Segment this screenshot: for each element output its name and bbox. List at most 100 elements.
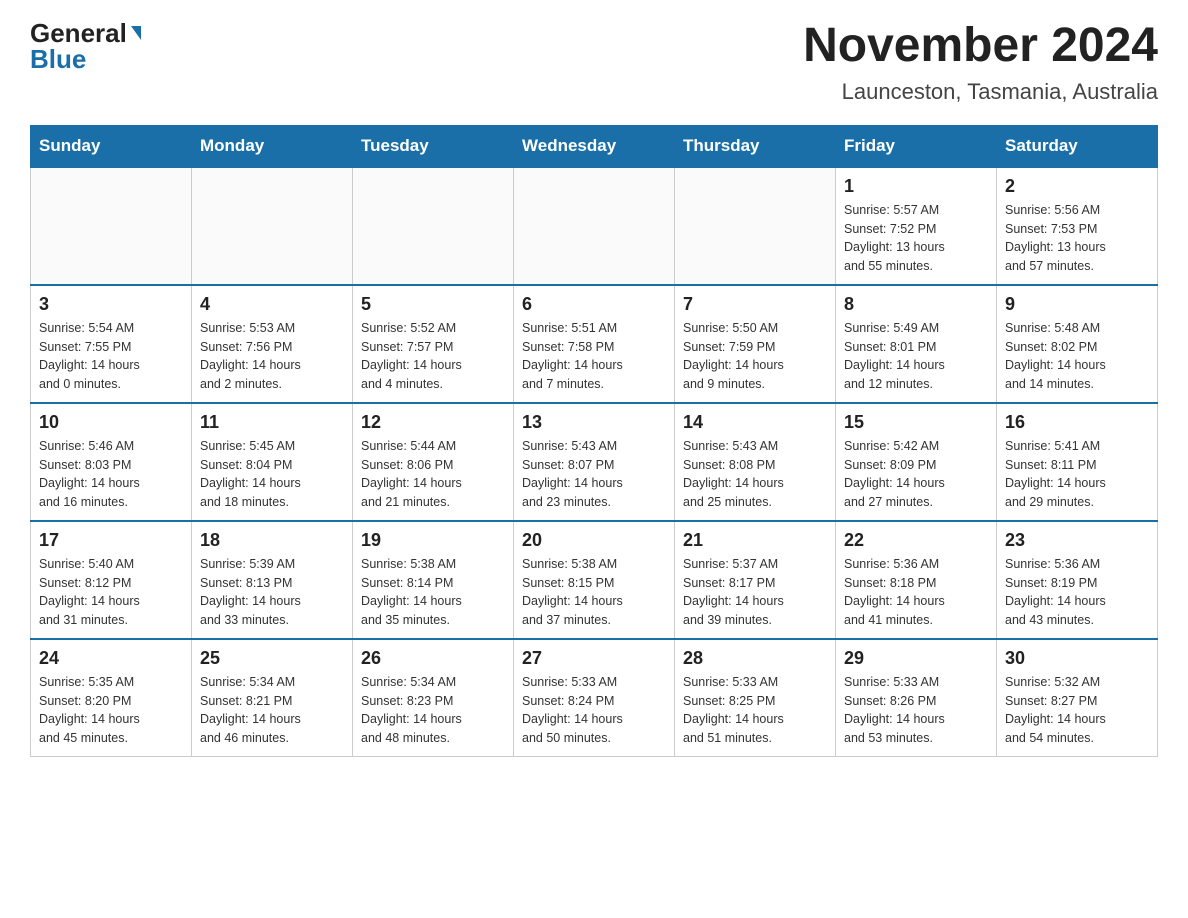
day-number: 21 (683, 530, 827, 551)
calendar-week-row: 24 Sunrise: 5:35 AMSunset: 8:20 PMDayligh… (31, 639, 1158, 757)
day-info: Sunrise: 5:46 AMSunset: 8:03 PMDaylight:… (39, 437, 183, 512)
day-number: 7 (683, 294, 827, 315)
title-area: November 2024 Launceston, Tasmania, Aust… (803, 20, 1158, 105)
day-number: 24 (39, 648, 183, 669)
day-info: Sunrise: 5:32 AMSunset: 8:27 PMDaylight:… (1005, 673, 1149, 748)
day-number: 15 (844, 412, 988, 433)
day-number: 30 (1005, 648, 1149, 669)
day-info: Sunrise: 5:35 AMSunset: 8:20 PMDaylight:… (39, 673, 183, 748)
day-info: Sunrise: 5:37 AMSunset: 8:17 PMDaylight:… (683, 555, 827, 630)
day-number: 23 (1005, 530, 1149, 551)
day-number: 25 (200, 648, 344, 669)
calendar-day-cell: 10 Sunrise: 5:46 AMSunset: 8:03 PMDayligh… (31, 403, 192, 521)
day-info: Sunrise: 5:50 AMSunset: 7:59 PMDaylight:… (683, 319, 827, 394)
day-number: 13 (522, 412, 666, 433)
calendar-day-cell: 27 Sunrise: 5:33 AMSunset: 8:24 PMDayligh… (514, 639, 675, 757)
day-of-week-header: Tuesday (353, 125, 514, 167)
calendar-day-cell: 11 Sunrise: 5:45 AMSunset: 8:04 PMDayligh… (192, 403, 353, 521)
calendar-day-cell: 12 Sunrise: 5:44 AMSunset: 8:06 PMDayligh… (353, 403, 514, 521)
day-number: 6 (522, 294, 666, 315)
day-number: 22 (844, 530, 988, 551)
calendar-day-cell: 28 Sunrise: 5:33 AMSunset: 8:25 PMDayligh… (675, 639, 836, 757)
calendar-day-cell: 24 Sunrise: 5:35 AMSunset: 8:20 PMDayligh… (31, 639, 192, 757)
logo-blue-text: Blue (30, 46, 86, 72)
calendar-day-cell: 29 Sunrise: 5:33 AMSunset: 8:26 PMDayligh… (836, 639, 997, 757)
logo-general-text: General (30, 20, 127, 46)
day-of-week-header: Monday (192, 125, 353, 167)
calendar-day-cell (514, 167, 675, 285)
calendar-day-cell (353, 167, 514, 285)
page-header: General Blue November 2024 Launceston, T… (30, 20, 1158, 105)
day-number: 9 (1005, 294, 1149, 315)
day-info: Sunrise: 5:52 AMSunset: 7:57 PMDaylight:… (361, 319, 505, 394)
calendar-table: SundayMondayTuesdayWednesdayThursdayFrid… (30, 125, 1158, 757)
location-subtitle: Launceston, Tasmania, Australia (803, 79, 1158, 105)
day-number: 8 (844, 294, 988, 315)
day-number: 20 (522, 530, 666, 551)
calendar-day-cell: 6 Sunrise: 5:51 AMSunset: 7:58 PMDaylight… (514, 285, 675, 403)
day-number: 29 (844, 648, 988, 669)
day-info: Sunrise: 5:56 AMSunset: 7:53 PMDaylight:… (1005, 201, 1149, 276)
calendar-day-cell: 1Sunrise: 5:57 AMSunset: 7:52 PMDaylight… (836, 167, 997, 285)
calendar-day-cell: 25 Sunrise: 5:34 AMSunset: 8:21 PMDayligh… (192, 639, 353, 757)
day-number: 11 (200, 412, 344, 433)
day-info: Sunrise: 5:53 AMSunset: 7:56 PMDaylight:… (200, 319, 344, 394)
calendar-day-cell: 23Sunrise: 5:36 AMSunset: 8:19 PMDayligh… (997, 521, 1158, 639)
calendar-day-cell: 2 Sunrise: 5:56 AMSunset: 7:53 PMDaylight… (997, 167, 1158, 285)
day-number: 10 (39, 412, 183, 433)
day-number: 12 (361, 412, 505, 433)
day-info: Sunrise: 5:42 AMSunset: 8:09 PMDaylight:… (844, 437, 988, 512)
calendar-day-cell: 14 Sunrise: 5:43 AMSunset: 8:08 PMDayligh… (675, 403, 836, 521)
day-info: Sunrise: 5:38 AMSunset: 8:14 PMDaylight:… (361, 555, 505, 630)
calendar-day-cell (192, 167, 353, 285)
day-of-week-header: Thursday (675, 125, 836, 167)
calendar-day-cell: 16 Sunrise: 5:41 AMSunset: 8:11 PMDayligh… (997, 403, 1158, 521)
day-number: 16 (1005, 412, 1149, 433)
calendar-week-row: 17Sunrise: 5:40 AMSunset: 8:12 PMDayligh… (31, 521, 1158, 639)
calendar-day-cell: 19Sunrise: 5:38 AMSunset: 8:14 PMDayligh… (353, 521, 514, 639)
day-info: Sunrise: 5:43 AMSunset: 8:08 PMDaylight:… (683, 437, 827, 512)
calendar-header-row: SundayMondayTuesdayWednesdayThursdayFrid… (31, 125, 1158, 167)
day-number: 5 (361, 294, 505, 315)
calendar-day-cell: 8 Sunrise: 5:49 AMSunset: 8:01 PMDaylight… (836, 285, 997, 403)
calendar-day-cell: 15 Sunrise: 5:42 AMSunset: 8:09 PMDayligh… (836, 403, 997, 521)
day-number: 14 (683, 412, 827, 433)
calendar-day-cell: 21 Sunrise: 5:37 AMSunset: 8:17 PMDayligh… (675, 521, 836, 639)
calendar-day-cell: 4 Sunrise: 5:53 AMSunset: 7:56 PMDaylight… (192, 285, 353, 403)
day-info: Sunrise: 5:38 AMSunset: 8:15 PMDaylight:… (522, 555, 666, 630)
day-number: 3 (39, 294, 183, 315)
calendar-day-cell (675, 167, 836, 285)
calendar-day-cell (31, 167, 192, 285)
calendar-day-cell: 22Sunrise: 5:36 AMSunset: 8:18 PMDayligh… (836, 521, 997, 639)
day-of-week-header: Friday (836, 125, 997, 167)
month-title: November 2024 (803, 20, 1158, 73)
day-number: 17 (39, 530, 183, 551)
day-number: 2 (1005, 176, 1149, 197)
day-info: Sunrise: 5:33 AMSunset: 8:25 PMDaylight:… (683, 673, 827, 748)
day-info: Sunrise: 5:34 AMSunset: 8:23 PMDaylight:… (361, 673, 505, 748)
logo-triangle-icon (131, 26, 141, 40)
day-info: Sunrise: 5:54 AMSunset: 7:55 PMDaylight:… (39, 319, 183, 394)
calendar-day-cell: 13 Sunrise: 5:43 AMSunset: 8:07 PMDayligh… (514, 403, 675, 521)
calendar-day-cell: 3 Sunrise: 5:54 AMSunset: 7:55 PMDaylight… (31, 285, 192, 403)
calendar-day-cell: 5 Sunrise: 5:52 AMSunset: 7:57 PMDaylight… (353, 285, 514, 403)
calendar-day-cell: 18Sunrise: 5:39 AMSunset: 8:13 PMDayligh… (192, 521, 353, 639)
day-number: 4 (200, 294, 344, 315)
day-info: Sunrise: 5:33 AMSunset: 8:24 PMDaylight:… (522, 673, 666, 748)
day-of-week-header: Wednesday (514, 125, 675, 167)
day-info: Sunrise: 5:49 AMSunset: 8:01 PMDaylight:… (844, 319, 988, 394)
day-info: Sunrise: 5:48 AMSunset: 8:02 PMDaylight:… (1005, 319, 1149, 394)
day-info: Sunrise: 5:41 AMSunset: 8:11 PMDaylight:… (1005, 437, 1149, 512)
day-info: Sunrise: 5:34 AMSunset: 8:21 PMDaylight:… (200, 673, 344, 748)
calendar-day-cell: 30 Sunrise: 5:32 AMSunset: 8:27 PMDayligh… (997, 639, 1158, 757)
day-info: Sunrise: 5:44 AMSunset: 8:06 PMDaylight:… (361, 437, 505, 512)
day-info: Sunrise: 5:51 AMSunset: 7:58 PMDaylight:… (522, 319, 666, 394)
day-info: Sunrise: 5:43 AMSunset: 8:07 PMDaylight:… (522, 437, 666, 512)
calendar-week-row: 3 Sunrise: 5:54 AMSunset: 7:55 PMDaylight… (31, 285, 1158, 403)
day-of-week-header: Saturday (997, 125, 1158, 167)
day-info: Sunrise: 5:45 AMSunset: 8:04 PMDaylight:… (200, 437, 344, 512)
day-number: 27 (522, 648, 666, 669)
day-number: 28 (683, 648, 827, 669)
calendar-week-row: 1Sunrise: 5:57 AMSunset: 7:52 PMDaylight… (31, 167, 1158, 285)
day-info: Sunrise: 5:33 AMSunset: 8:26 PMDaylight:… (844, 673, 988, 748)
